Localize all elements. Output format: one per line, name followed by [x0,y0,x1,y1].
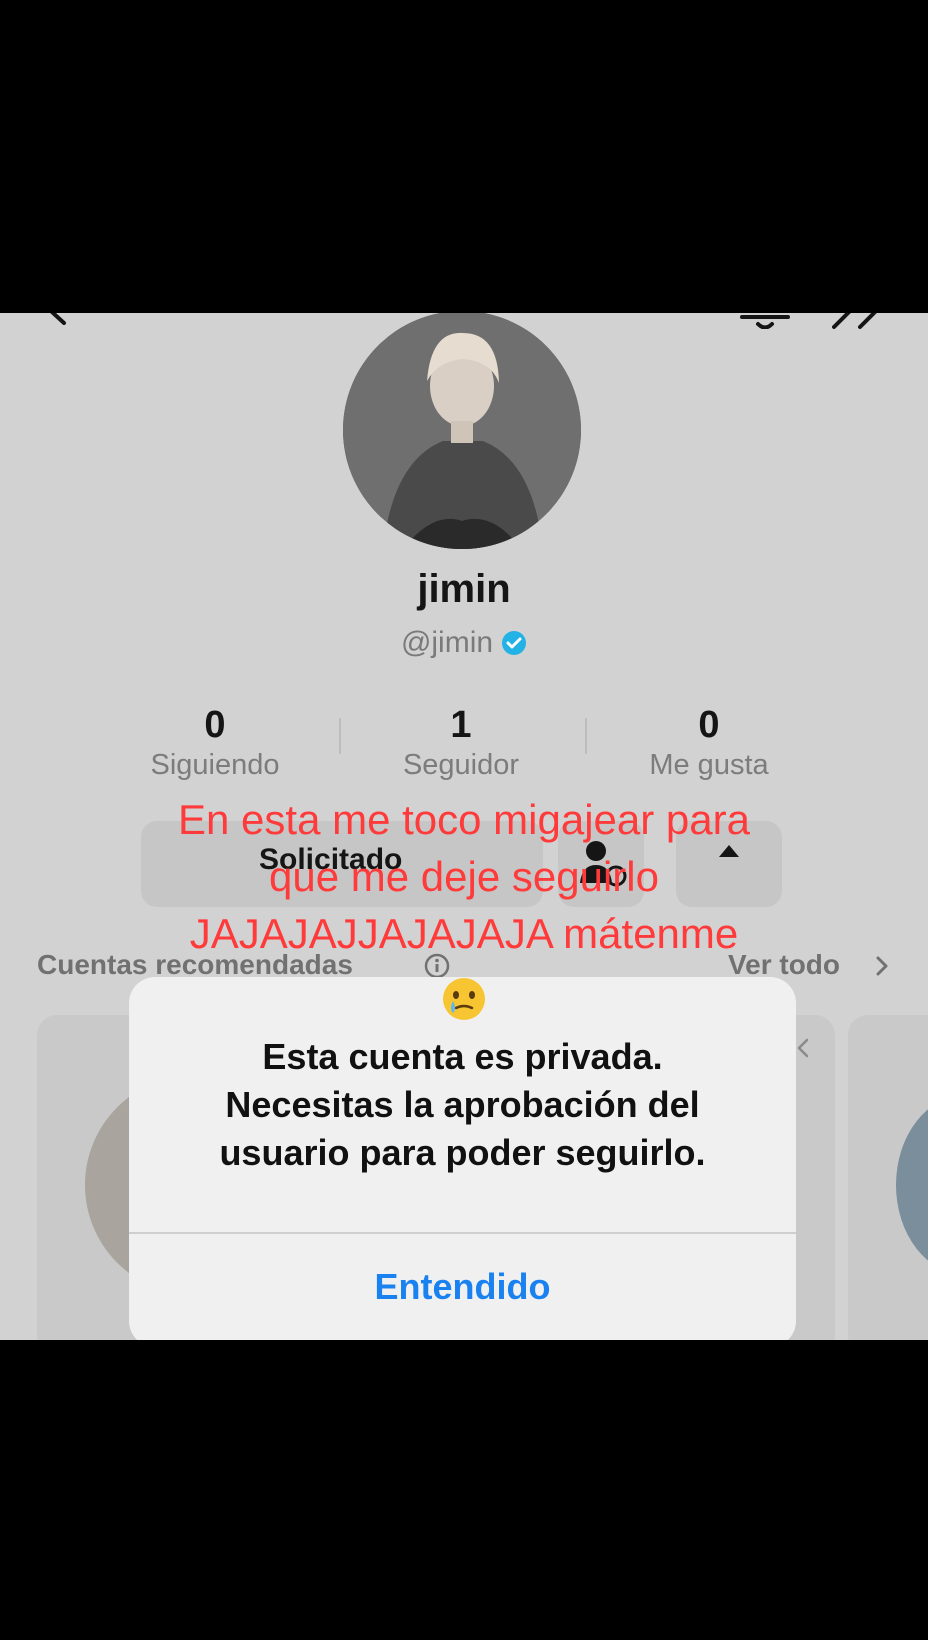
dialog-confirm-button[interactable]: Entendido [129,1234,796,1340]
handle-row: @jimin [0,626,928,660]
stat-likes[interactable]: 0 Me gusta [579,703,839,782]
dialog-message: Esta cuenta es privada. Necesitas la apr… [219,1036,706,1173]
stat-likes-value: 0 [698,704,720,746]
stat-following[interactable]: 0 Siguiendo [85,703,345,782]
profile-photo [343,313,581,549]
overlay-caption: En esta me toco migajear para que me dej… [178,796,750,957]
verified-badge-icon [502,631,527,655]
chevron-right-icon[interactable] [874,955,890,977]
stat-likes-label: Me gusta [649,749,769,781]
stat-followers-value: 1 [450,704,472,746]
stat-followers[interactable]: 1 Seguidor [331,703,591,782]
profile-avatar[interactable] [343,313,581,549]
stat-followers-label: Seguidor [402,749,520,781]
share-icon[interactable] [832,313,884,331]
profile-name: jimin [417,567,511,611]
stat-following-value: 0 [204,704,226,746]
recommended-card[interactable] [848,1015,928,1340]
dismiss-chevron-icon[interactable] [796,1037,810,1059]
stat-following-label: Siguiendo [150,749,280,781]
private-account-dialog: Esta cuenta es privada. Necesitas la apr… [129,977,796,1340]
profile-screen: jimin @jimin 0 Siguiendo 1 Seguidor 0 Me… [0,313,928,1340]
profile-handle: @jimin [400,626,494,659]
bell-icon[interactable] [740,313,790,329]
back-arrow-icon[interactable] [44,313,70,325]
recommended-avatar [896,1095,928,1275]
holding-back-tears-emoji-icon [443,978,485,1020]
